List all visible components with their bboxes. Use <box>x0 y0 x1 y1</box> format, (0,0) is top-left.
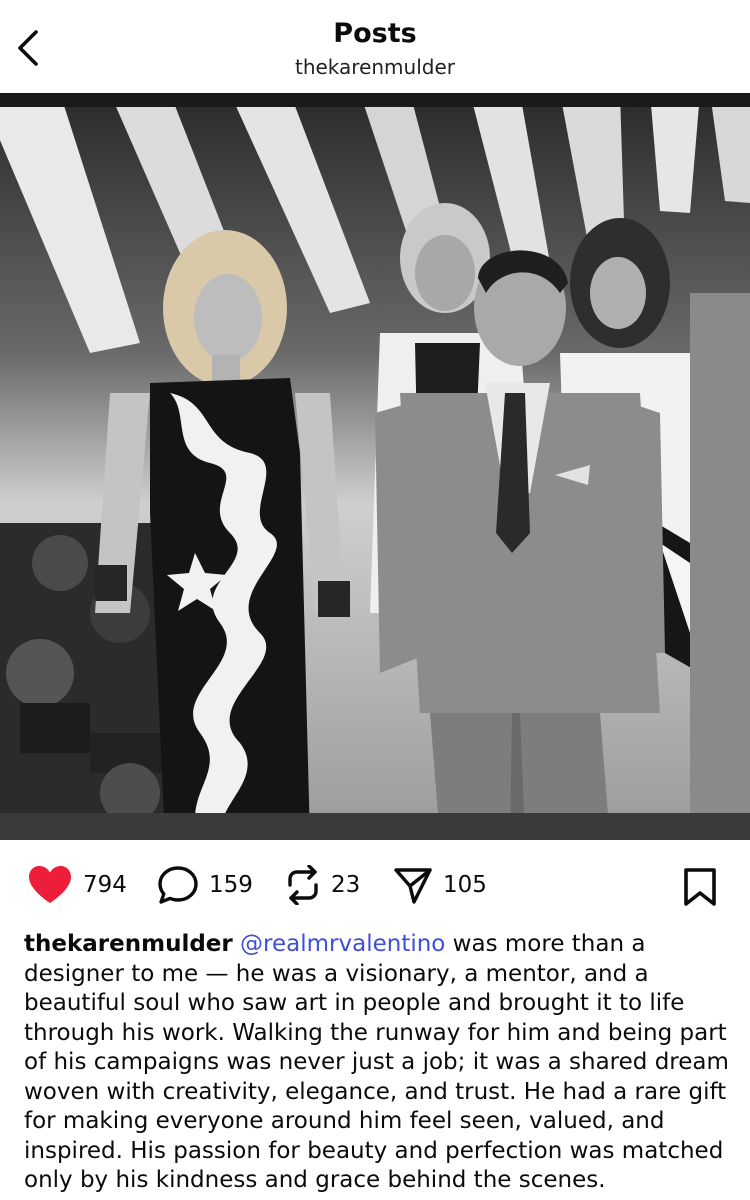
repost-button[interactable]: 23 <box>285 865 360 905</box>
caption-text: was more than a designer to me — he was … <box>24 931 729 1193</box>
caption-mention-link[interactable]: @realmrvalentino <box>240 931 445 957</box>
repost-arrows-icon <box>288 865 318 905</box>
post-actions: 794 159 23 105 <box>0 840 750 935</box>
bookmark-icon <box>684 868 716 906</box>
caption-username[interactable]: thekarenmulder <box>24 931 233 957</box>
repost-count: 23 <box>331 872 361 898</box>
like-button[interactable]: 794 <box>27 865 127 905</box>
comment-count: 159 <box>209 872 253 898</box>
like-count: 794 <box>83 872 127 898</box>
save-button[interactable] <box>682 867 718 907</box>
profile-username[interactable]: thekarenmulder <box>0 55 750 79</box>
top-bar: Posts thekarenmulder <box>0 0 750 93</box>
speech-bubble-icon <box>158 866 198 904</box>
share-button[interactable]: 105 <box>393 865 487 905</box>
share-count: 105 <box>443 872 487 898</box>
page-title: Posts <box>333 18 417 49</box>
post-caption: thekarenmulder @realmrvalentino was more… <box>24 930 734 1196</box>
paper-plane-icon <box>394 868 432 904</box>
runway-floor <box>0 813 750 840</box>
comment-button[interactable]: 159 <box>157 865 253 905</box>
post-image[interactable] <box>0 93 750 840</box>
heart-filled-icon <box>29 866 71 903</box>
